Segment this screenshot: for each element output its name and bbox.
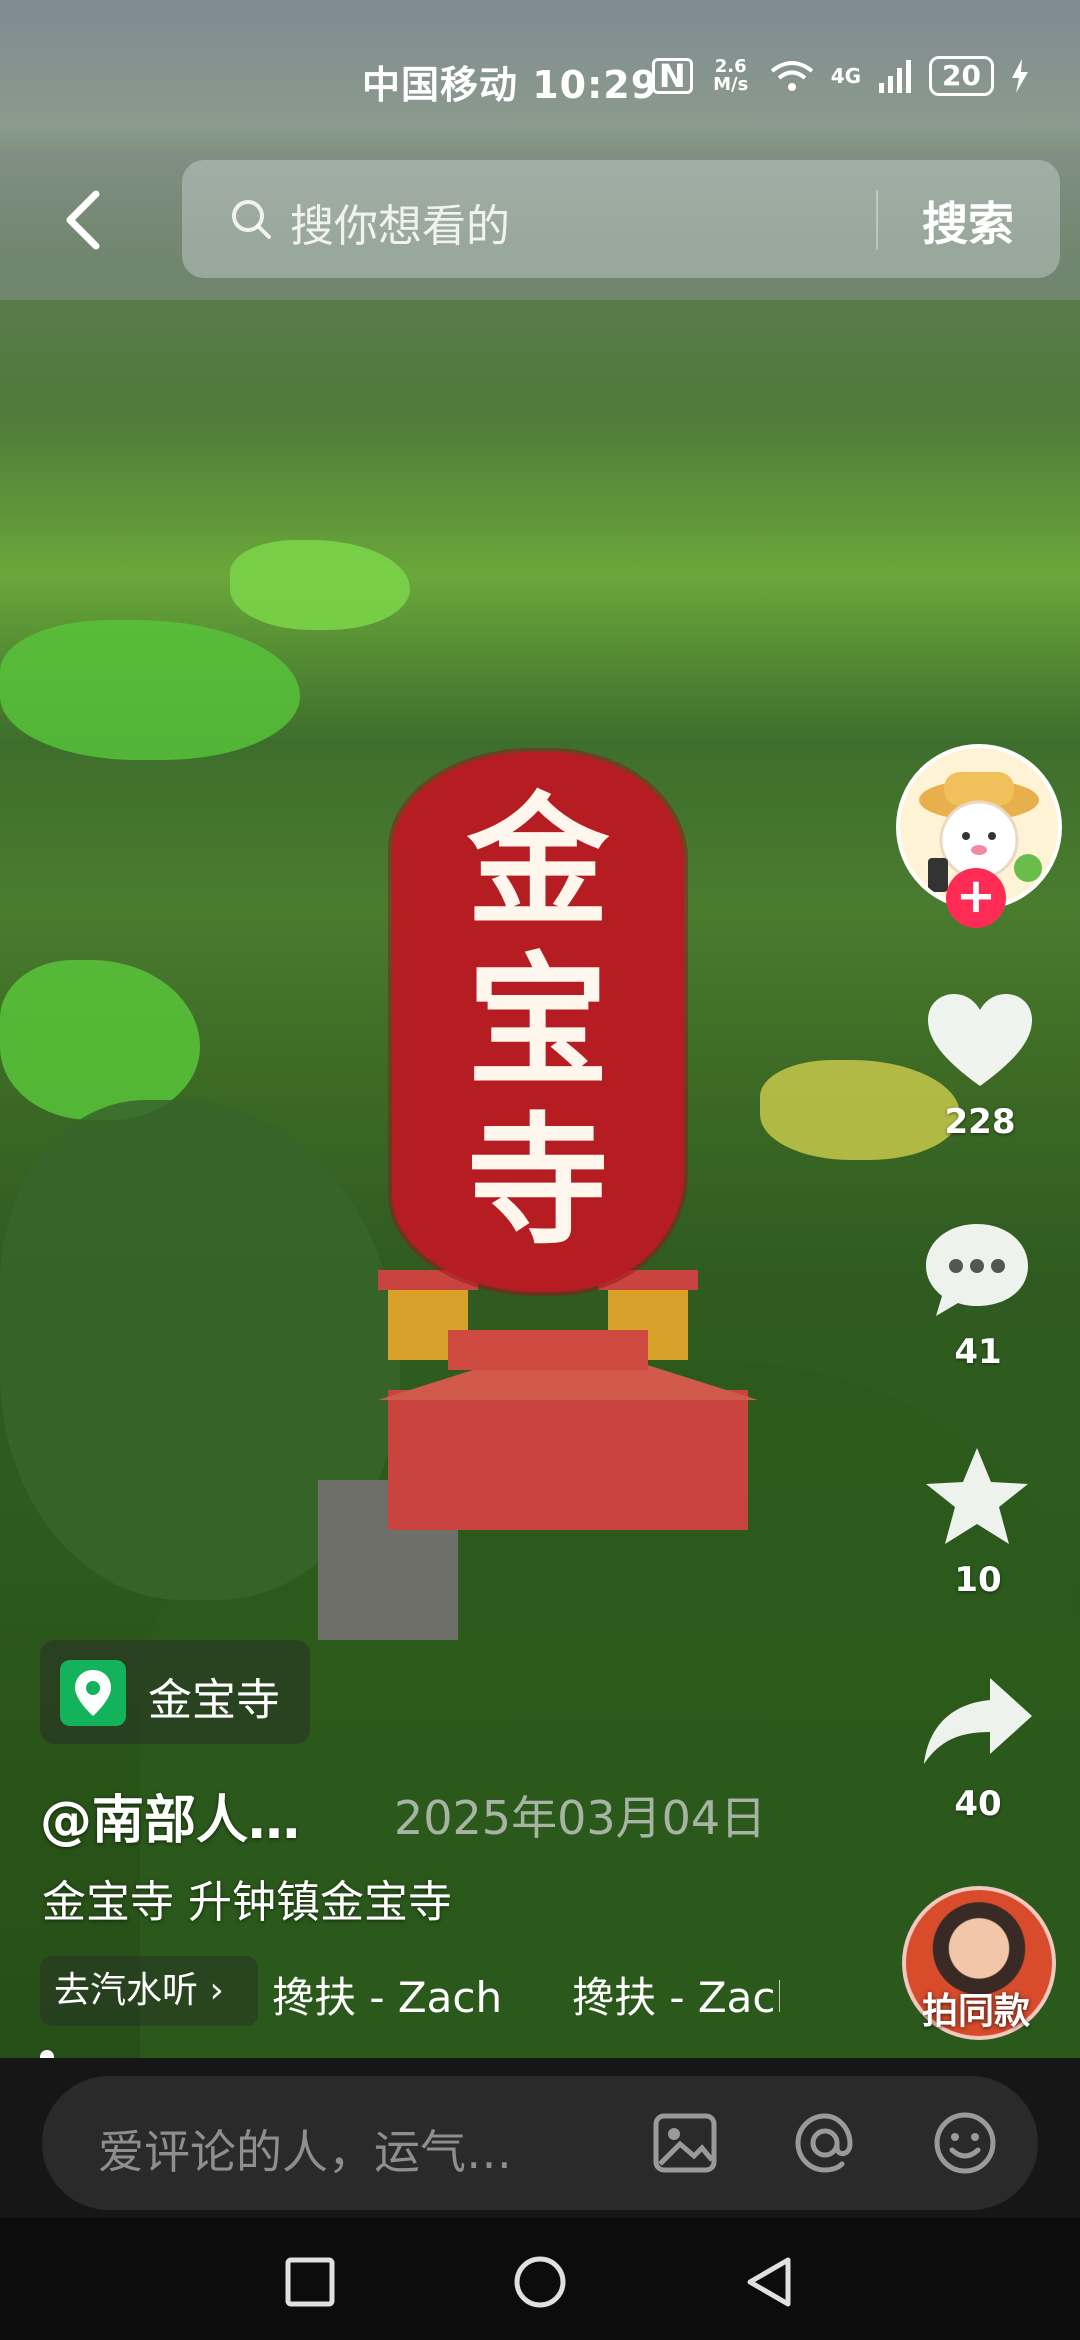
emoji-icon[interactable]: [930, 2108, 1000, 2178]
scenery-field: [0, 960, 200, 1120]
share-icon[interactable]: [920, 1674, 1036, 1770]
post-date: 2025年03月04日: [394, 1791, 767, 1845]
temple-image: [318, 1270, 758, 1640]
comment-input[interactable]: 爱评论的人，运气…: [42, 2076, 1038, 2210]
comment-bar: 爱评论的人，运气…: [0, 2058, 1080, 2218]
search-input[interactable]: 搜你想看的: [290, 190, 510, 254]
battery-icon: 20: [929, 56, 994, 96]
open-in-qishui-button[interactable]: 去汽水听 ›: [40, 1956, 258, 2026]
carrier-time: 中国移动 10:29: [362, 63, 659, 107]
seal-char: 金: [467, 779, 609, 945]
search-bar[interactable]: 搜你想看的 搜索: [182, 160, 1060, 278]
comment-count: 41: [954, 1332, 1002, 1372]
search-button[interactable]: 搜索: [922, 188, 1014, 254]
remix-label[interactable]: 拍同款: [906, 1982, 1046, 2034]
music-title: 搀扶 - Zach: [572, 1973, 780, 2022]
star-icon[interactable]: [922, 1444, 1032, 1550]
wifi-icon: [770, 61, 813, 91]
search-divider: [876, 190, 878, 250]
recents-icon[interactable]: [282, 2254, 338, 2310]
image-icon[interactable]: [650, 2108, 720, 2178]
music-title: 搀扶 - Zach: [272, 1973, 503, 2022]
comment-icon[interactable]: [922, 1218, 1032, 1322]
share-count: 40: [954, 1784, 1002, 1824]
network-type: 4G: [830, 64, 862, 88]
scenery-field: [0, 620, 300, 760]
music-row[interactable]: 去汽水听 › 搀扶 - Zach 搀扶 - Zach: [40, 1956, 780, 2030]
net-speed: 2.6 M/s: [713, 56, 749, 95]
follow-button[interactable]: +: [946, 868, 1006, 928]
favorite-count: 10: [954, 1560, 1002, 1600]
scenery-field: [230, 540, 410, 630]
charging-icon: [1012, 59, 1028, 93]
seal-char: 宝: [467, 939, 609, 1105]
comment-placeholder: 爱评论的人，运气…: [98, 2125, 512, 2179]
post-caption: 金宝寺 升钟镇金宝寺: [42, 1877, 452, 1928]
search-icon: [232, 200, 271, 239]
location-pin-icon: [60, 1660, 126, 1726]
home-icon[interactable]: [512, 2254, 568, 2310]
back-arrow-icon: [66, 190, 100, 250]
back-nav-icon[interactable]: [742, 2254, 798, 2310]
signal-icon: [879, 60, 912, 93]
seal-char: 寺: [467, 1099, 609, 1265]
nfc-icon: N: [651, 58, 693, 94]
video-player[interactable]: 金 宝 寺: [0, 0, 1080, 2058]
mention-icon[interactable]: [790, 2108, 860, 2178]
status-icons: N 2.6 M/s 4G 20: [651, 56, 1030, 96]
heart-icon[interactable]: [924, 990, 1036, 1090]
status-bar: 中国移动 10:29 N 2.6 M/s 4G 20: [0, 40, 1080, 120]
back-button[interactable]: [52, 180, 122, 260]
location-label: 金宝寺: [148, 1675, 280, 1726]
author-name[interactable]: @南部人…: [40, 1778, 300, 1853]
system-nav-bar: [0, 2218, 1080, 2340]
like-count: 228: [944, 1102, 1016, 1142]
title-seal: 金 宝 寺: [392, 752, 684, 1292]
location-tag[interactable]: 金宝寺: [40, 1640, 310, 1744]
